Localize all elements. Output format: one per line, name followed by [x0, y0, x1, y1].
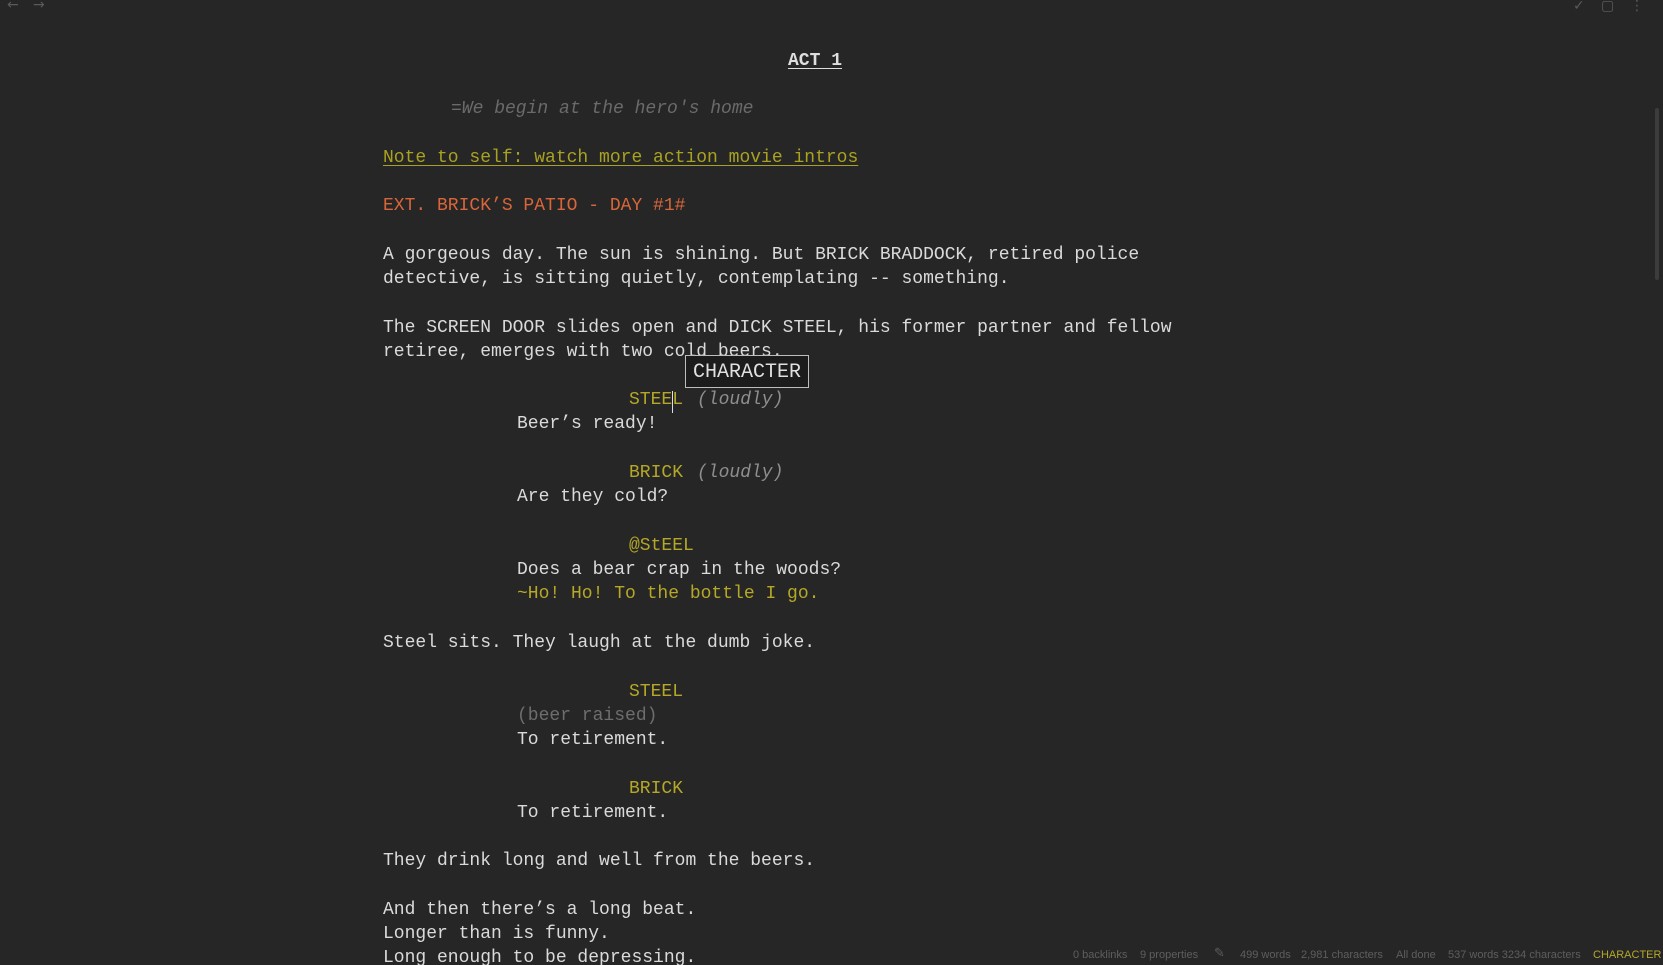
lyric-line: ~Ho! Ho! To the bottle I go. [517, 584, 820, 604]
forward-arrow-icon[interactable]: → [33, 0, 45, 12]
character-count: 2,981 characters [1301, 949, 1383, 961]
script-stats: 537 words 3234 characters [1448, 949, 1581, 961]
element-type-tooltip: CHARACTER [685, 355, 809, 388]
scrollbar[interactable] [1655, 108, 1659, 280]
act-heading: ACT 1 [788, 51, 843, 71]
backlinks-count[interactable]: 0 backlinks [1073, 949, 1127, 961]
synopsis-line: =We begin at the hero's home [451, 99, 754, 119]
action-line: They drink long and well from the beers. [383, 851, 816, 871]
element-type-status: CHARACTER [1593, 949, 1662, 961]
scene-heading: EXT. BRICK’S PATIO - DAY #1# [383, 196, 686, 216]
character-name: @StEEL [629, 536, 694, 556]
action-line: And then there’s a long beat. [383, 900, 697, 920]
action-line: A gorgeous day. The sun is shining. But … [383, 245, 1140, 265]
sync-status[interactable]: All done [1396, 949, 1436, 961]
action-line: Long enough to be depressing. [383, 948, 697, 965]
dialogue-line: To retirement. [517, 730, 669, 750]
action-line: Steel sits. They laugh at the dumb joke. [383, 633, 816, 653]
edit-pencil-icon[interactable]: ✎ [1214, 946, 1225, 959]
character-name: STEEL [629, 390, 684, 410]
action-line: detective, is sitting quietly, contempla… [383, 269, 1010, 289]
parenthetical: (beer raised) [517, 706, 658, 726]
character-name: BRICK [629, 779, 684, 799]
properties-count[interactable]: 9 properties [1140, 949, 1198, 961]
dialogue-line: Beer’s ready! [517, 414, 658, 434]
note-line: Note to self: watch more action movie in… [383, 148, 859, 168]
text-cursor [672, 391, 673, 413]
dialogue-line: Does a bear crap in the woods? [517, 560, 842, 580]
word-count: 499 words [1240, 949, 1291, 961]
more-options-icon[interactable]: ⋮ [1630, 0, 1644, 13]
reading-view-icon[interactable]: ▢ [1601, 0, 1614, 13]
character-name: BRICK [629, 463, 684, 483]
parenthetical: (loudly) [697, 463, 784, 483]
action-line: The SCREEN DOOR slides open and DICK STE… [383, 318, 1172, 338]
action-line: Longer than is funny. [383, 924, 610, 944]
dialogue-line: To retirement. [517, 803, 669, 823]
sync-check-icon[interactable]: ✓ [1573, 0, 1585, 13]
dialogue-line: Are they cold? [517, 487, 669, 507]
character-name: STEEL [629, 682, 684, 702]
back-arrow-icon[interactable]: ← [7, 0, 19, 12]
parenthetical: (loudly) [697, 390, 784, 410]
